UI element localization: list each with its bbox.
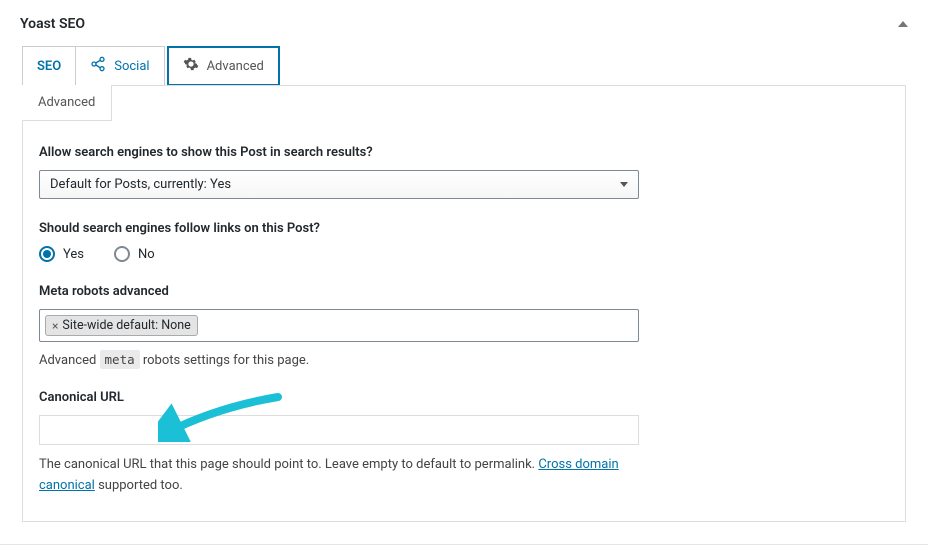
meta-robots-label: Meta robots advanced [39, 284, 889, 299]
meta-robots-help-before: Advanced [39, 353, 100, 368]
form-area: Allow search engines to show this Post i… [23, 121, 905, 521]
meta-robots-input[interactable]: × Site-wide default: None [39, 309, 639, 342]
meta-robots-tag-text: Site-wide default: None [62, 318, 190, 333]
radio-yes-circle [39, 246, 55, 262]
field-allow-search: Allow search engines to show this Post i… [39, 145, 889, 199]
tab-row: SEO Social [22, 46, 906, 86]
yoast-seo-panel: Yoast SEO SEO Social [0, 0, 928, 545]
meta-robots-help-after: robots settings for this page. [140, 353, 310, 368]
panel-title: Yoast SEO [20, 16, 85, 32]
radio-yes[interactable]: Yes [39, 246, 84, 262]
radio-row: Yes No [39, 246, 889, 262]
radio-no-circle [114, 246, 130, 262]
chevron-down-icon [620, 182, 628, 187]
allow-search-select[interactable]: Default for Posts, currently: Yes [39, 170, 639, 199]
tab-advanced-label: Advanced [207, 59, 264, 74]
meta-robots-help: Advanced meta robots settings for this p… [39, 352, 889, 368]
allow-search-value: Default for Posts, currently: Yes [50, 177, 231, 192]
field-follow-links: Should search engines follow links on th… [39, 221, 889, 262]
collapse-arrow-icon [898, 21, 908, 27]
sub-tab-row: Advanced [23, 86, 905, 121]
share-icon [90, 56, 106, 76]
tab-seo-label: SEO [37, 59, 61, 74]
radio-no-label: No [138, 247, 155, 262]
canonical-desc-before: The canonical URL that this page should … [39, 457, 538, 472]
meta-robots-tag: × Site-wide default: None [45, 315, 198, 336]
canonical-desc: The canonical URL that this page should … [39, 455, 649, 497]
panel-body: SEO Social [0, 46, 928, 544]
follow-links-label: Should search engines follow links on th… [39, 221, 889, 236]
content-box: Advanced Allow search engines to show th… [22, 85, 906, 522]
tab-advanced[interactable]: Advanced [167, 46, 280, 86]
gear-icon [183, 56, 199, 76]
sub-tab-advanced-label: Advanced [38, 95, 95, 110]
canonical-input[interactable] [39, 415, 639, 445]
canonical-desc-after: supported too. [95, 478, 183, 493]
tag-remove-icon[interactable]: × [52, 319, 58, 333]
field-meta-robots: Meta robots advanced × Site-wide default… [39, 284, 889, 368]
canonical-label: Canonical URL [39, 390, 889, 405]
tab-seo[interactable]: SEO [22, 46, 76, 86]
radio-yes-label: Yes [63, 247, 84, 262]
allow-search-label: Allow search engines to show this Post i… [39, 145, 889, 160]
tab-social-label: Social [114, 59, 149, 74]
radio-no[interactable]: No [114, 246, 155, 262]
sub-tab-advanced[interactable]: Advanced [22, 85, 112, 121]
field-canonical: Canonical URL The canonical URL that thi… [39, 390, 889, 497]
panel-header[interactable]: Yoast SEO [0, 0, 928, 46]
tab-social[interactable]: Social [75, 46, 164, 86]
meta-code: meta [100, 350, 140, 369]
